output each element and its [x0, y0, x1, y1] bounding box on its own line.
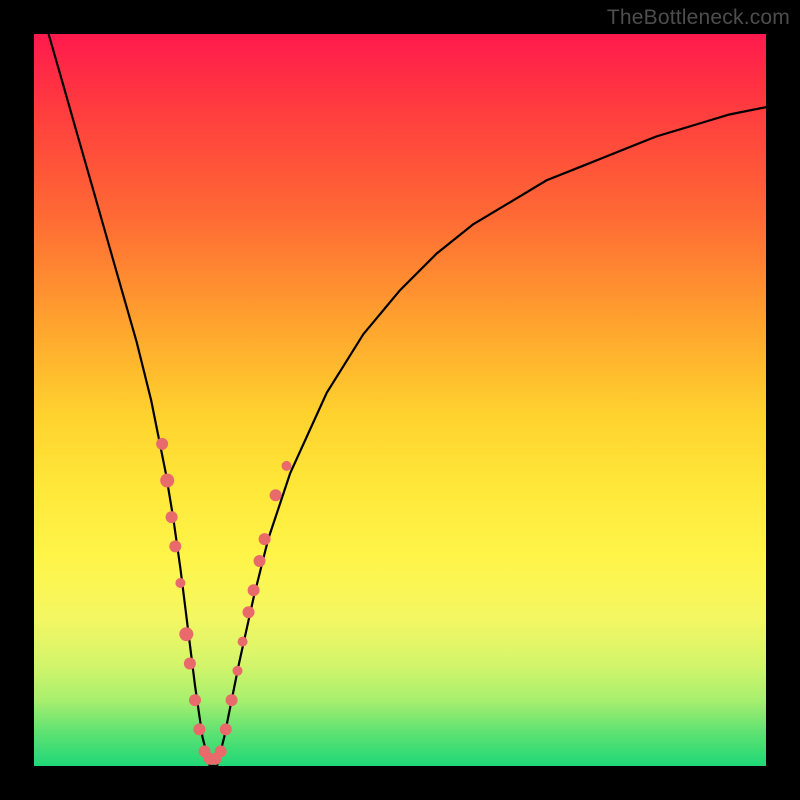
scatter-point: [243, 606, 255, 618]
scatter-point: [184, 658, 196, 670]
scatter-point: [189, 694, 201, 706]
scatter-point: [254, 555, 266, 567]
scatter-point: [160, 474, 174, 488]
scatter-point: [193, 723, 205, 735]
chart-frame: TheBottleneck.com: [0, 0, 800, 800]
scatter-points: [156, 438, 291, 765]
watermark-text: TheBottleneck.com: [607, 6, 790, 30]
bottleneck-curve: [49, 34, 766, 766]
scatter-point: [220, 723, 232, 735]
scatter-point: [248, 584, 260, 596]
scatter-point: [226, 694, 238, 706]
scatter-point: [175, 578, 185, 588]
scatter-point: [169, 540, 181, 552]
chart-svg: [34, 34, 766, 766]
scatter-point: [179, 627, 193, 641]
scatter-point: [215, 745, 227, 757]
scatter-point: [270, 489, 282, 501]
scatter-point: [233, 666, 243, 676]
scatter-point: [238, 637, 248, 647]
scatter-point: [166, 511, 178, 523]
plot-area: [34, 34, 766, 766]
scatter-point: [259, 533, 271, 545]
scatter-point: [282, 461, 292, 471]
scatter-point: [156, 438, 168, 450]
